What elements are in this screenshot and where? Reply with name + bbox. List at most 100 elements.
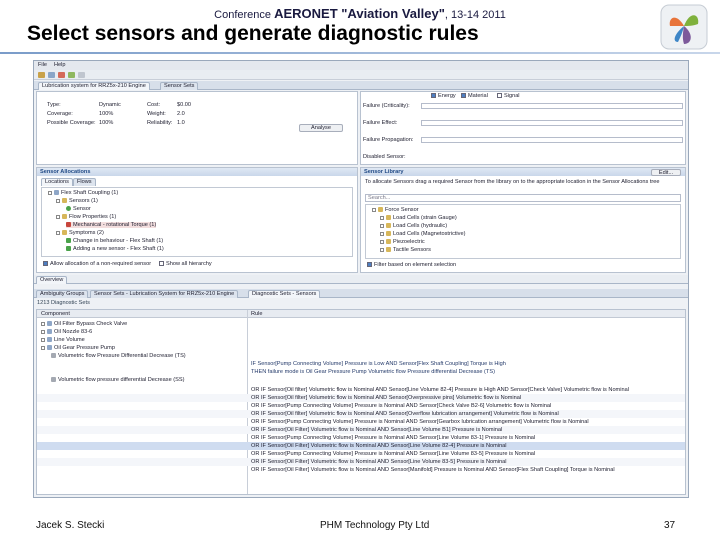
tree-node-change-behaviour[interactable]: Change in behaviour - Flex Shaft (1) (73, 238, 163, 244)
library-node-tactile-sensors[interactable]: Tactile Sensors (393, 247, 431, 253)
coverage-label: Coverage: (47, 111, 73, 117)
reliability-label: Reliability: (147, 120, 173, 126)
tree-node-flex-shaft[interactable]: Flex Shaft Coupling (1) (61, 190, 118, 196)
expander-icon[interactable] (41, 321, 45, 326)
tree-node-sensors[interactable]: Sensors (1) (69, 198, 98, 204)
expander-icon[interactable] (56, 198, 60, 203)
expander-icon[interactable] (41, 337, 45, 342)
table-row[interactable]: OR IF Sensor[Pump Connecting Volume] Pre… (37, 402, 685, 410)
table-row[interactable]: Oil Nozzle 83-6 (37, 328, 685, 336)
rule-text: OR IF Sensor[Oil Filter] Volumetric flow… (251, 427, 503, 433)
library-node-load-cells-strain[interactable]: Load Cells (strain Gauge) (393, 215, 457, 221)
tree-node-flow-properties[interactable]: Flow Properties (1) (69, 214, 116, 220)
component-name: Oil Nozzle 83-6 (54, 329, 93, 335)
table-row[interactable]: Volumetric flow pressure differential De… (37, 376, 685, 384)
expander-icon[interactable] (41, 345, 45, 350)
table-row[interactable]: OR IF Sensor[Oil filter] Volumetric flow… (37, 410, 685, 418)
library-node-piezoelectric[interactable]: Piezoelectric (393, 239, 425, 245)
menu-help[interactable]: Help (54, 62, 66, 68)
tree-node-adding-sensor[interactable]: Adding a new sensor - Flex Shaft (1) (73, 246, 164, 252)
analyse-button[interactable]: Analyse (299, 124, 343, 132)
overview-tab-bar: Overview (34, 275, 688, 284)
tab-lubrication-system[interactable]: Lubrication system for RRZ5x-210 Engine (38, 82, 150, 90)
table-row[interactable]: Oil Gear Pressure Pump (37, 344, 685, 352)
delete-icon[interactable] (58, 72, 65, 78)
library-node-load-cells-hydraulic[interactable]: Load Cells (hydraulic) (393, 223, 447, 229)
failure-criticality-label: Failure (Criticality): (363, 103, 410, 109)
table-row[interactable]: OR IF Sensor[Oil Filter] Volumetric flow… (37, 426, 685, 434)
expander-icon[interactable] (380, 247, 384, 252)
expander-icon[interactable] (48, 190, 52, 195)
tree-node-symptoms[interactable]: Symptoms (2) (69, 230, 104, 236)
table-row[interactable]: Line Volume (37, 336, 685, 344)
rule-text: OR IF Sensor[Oil Filter] Volumetric flow… (251, 443, 507, 449)
tab-flows[interactable]: Flows (73, 178, 96, 186)
table-row[interactable]: OR IF Sensor[Oil filter] Volumetric flow… (37, 386, 685, 394)
conference-name: AERONET "Aviation Valley" (274, 6, 445, 21)
table-row[interactable]: Oil Filter Bypass Check Valve (37, 320, 685, 328)
menu-file[interactable]: File (38, 62, 47, 68)
tab-ambiguity-groups[interactable]: Ambiguity Groups (36, 290, 89, 298)
table-row[interactable]: THEN failure mode is Oil Gear Pressure P… (37, 368, 685, 376)
properties-icon[interactable] (78, 72, 85, 78)
table-row[interactable]: OR IF Sensor[Pump Connecting Volume] Pre… (37, 434, 685, 442)
table-row[interactable]: OR IF Sensor[Oil Filter] Volumetric flow… (37, 466, 685, 474)
expander-icon[interactable] (372, 207, 376, 212)
author-name: Jacek S. Stecki (36, 520, 105, 531)
expander-icon[interactable] (56, 230, 60, 235)
type-value: Dynamic (99, 102, 121, 108)
tab-locations[interactable]: Locations (41, 178, 73, 186)
table-row[interactable]: OR IF Sensor[Oil Filter] Volumetric flow… (37, 458, 685, 466)
tab-overview[interactable]: Overview (36, 276, 68, 284)
cost-value: $0.00 (177, 102, 191, 108)
toolbar (34, 70, 688, 80)
expander-icon[interactable] (56, 214, 60, 219)
expander-icon[interactable] (380, 239, 384, 244)
failure-mode-icon (51, 377, 56, 383)
failure-propagation-field[interactable] (421, 137, 683, 143)
expander-icon[interactable] (380, 223, 384, 228)
failure-criticality-field[interactable] (421, 103, 683, 109)
run-icon[interactable] (68, 72, 75, 78)
show-all-hierarchy-checkbox[interactable] (159, 261, 164, 267)
component-icon (54, 190, 59, 196)
weight-label: Weight: (147, 111, 166, 117)
save-icon[interactable] (48, 72, 55, 78)
new-icon[interactable] (38, 72, 45, 78)
material-checkbox[interactable] (461, 93, 466, 99)
library-tree: Force Sensor Load Cells (strain Gauge) L… (365, 204, 681, 259)
sensor-allocations-panel: Sensor Allocations Locations Flows Flex … (36, 167, 358, 273)
rule-text: OR IF Sensor[Oil Filter] Volumetric flow… (251, 459, 507, 465)
filter-selection-checkbox[interactable] (367, 262, 372, 268)
expander-icon[interactable] (380, 231, 384, 236)
conference-line: Conference AERONET "Aviation Valley", 13… (0, 6, 720, 21)
tab-diagnostic-sets[interactable]: Diagnostic Sets - Sensors (248, 290, 321, 298)
column-header-component[interactable]: Component (41, 310, 70, 318)
column-header-rule[interactable]: Rule (251, 310, 263, 318)
table-row[interactable]: OR IF Sensor[Oil filter] Volumetric flow… (37, 394, 685, 402)
component-icon (47, 329, 52, 335)
table-row[interactable]: IF Sensor[Pump Connecting Volume] Pressu… (37, 360, 685, 368)
table-row[interactable]: OR IF Sensor[Pump Connecting Volume] Pre… (37, 418, 685, 426)
tree-node-sensor[interactable]: Sensor (73, 206, 91, 212)
table-row[interactable]: OR IF Sensor[Pump Connecting Volume] Pre… (37, 450, 685, 458)
failure-effect-label: Failure Effect: (363, 120, 398, 126)
failure-effect-field[interactable] (421, 120, 683, 126)
library-node-load-cells-magnetostrictive[interactable]: Load Cells (Magnetostrictive) (393, 231, 465, 237)
app-screenshot: File Help Lubrication system for RRZ5x-2… (33, 60, 689, 498)
allow-allocation-checkbox[interactable] (43, 261, 48, 267)
table-row[interactable]: Volumetric flow Pressure Differential De… (37, 352, 685, 360)
expander-icon[interactable] (41, 329, 45, 334)
expander-icon[interactable] (380, 215, 384, 220)
tree-node-mechanical-torque[interactable]: Mechanical - rotational Torque (1) (73, 222, 156, 228)
signal-checkbox[interactable] (497, 93, 502, 99)
energy-checkbox[interactable] (431, 93, 436, 99)
table-row-selected[interactable]: OR IF Sensor[Oil Filter] Volumetric flow… (37, 442, 685, 450)
library-node-force-sensor[interactable]: Force Sensor (385, 207, 419, 213)
tab-sensor-sets-lubrication[interactable]: Sensor Sets - Lubrication System for RRZ… (90, 290, 239, 298)
library-search-input[interactable]: Search... (365, 194, 681, 202)
tab-sensor-sets[interactable]: Sensor Sets (160, 82, 199, 90)
company-name: PHM Technology Pty Ltd (320, 520, 430, 531)
rule-text: OR IF Sensor[Pump Connecting Volume] Pre… (251, 451, 536, 457)
edit-button[interactable]: Edit... (651, 169, 681, 176)
